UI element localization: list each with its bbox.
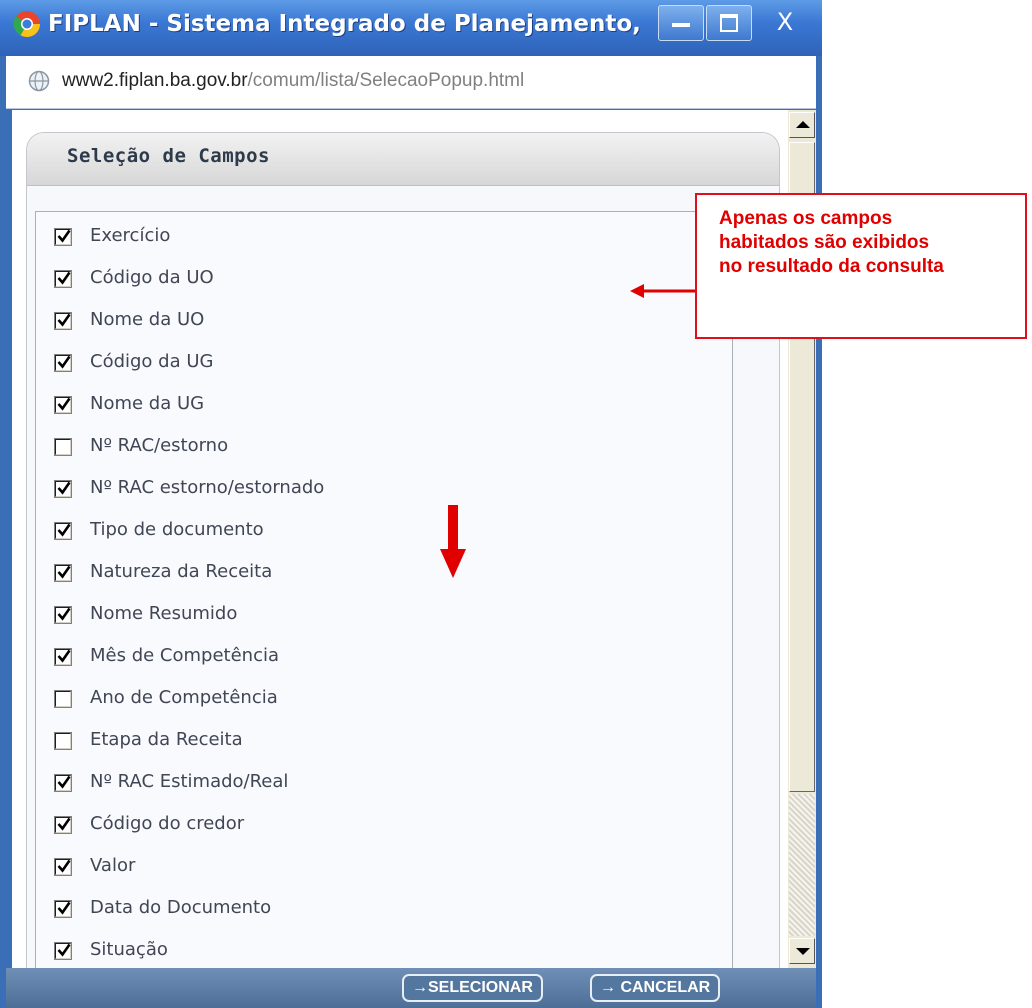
cancel-button[interactable]: → CANCELAR xyxy=(590,974,721,1002)
field-label[interactable]: Situação xyxy=(90,938,168,962)
maximize-button[interactable] xyxy=(706,5,752,41)
field-row[interactable]: Nº RAC estorno/estornado xyxy=(36,472,726,506)
field-row[interactable]: Nº RAC/estorno xyxy=(36,430,726,464)
field-row[interactable]: Código da UG xyxy=(36,346,726,380)
field-row[interactable]: Código da UO xyxy=(36,262,726,296)
field-row[interactable]: Valor xyxy=(36,850,726,884)
field-label[interactable]: Mês de Competência xyxy=(90,644,279,668)
address-bar[interactable]: www2.fiplan.ba.gov.br/comum/lista/Seleca… xyxy=(6,56,816,109)
checkmark-icon xyxy=(57,565,71,579)
field-checkbox[interactable] xyxy=(54,774,72,792)
field-checkbox[interactable] xyxy=(54,648,72,666)
field-label[interactable]: Código da UO xyxy=(90,266,214,290)
field-label[interactable]: Nº RAC Estimado/Real xyxy=(90,770,288,794)
close-button[interactable]: X xyxy=(756,5,814,41)
field-checkbox[interactable] xyxy=(54,816,72,834)
field-row[interactable]: Código do credor xyxy=(36,808,726,842)
field-label[interactable]: Tipo de documento xyxy=(90,518,264,542)
footer-bar: →SELECIONAR → CANCELAR xyxy=(6,968,816,1008)
field-row[interactable]: Nome da UG xyxy=(36,388,726,422)
field-row[interactable]: Ano de Competência xyxy=(36,682,726,716)
field-checkbox[interactable] xyxy=(54,564,72,582)
panel-title: Seleção de Campos xyxy=(67,145,270,167)
checkmark-icon xyxy=(57,397,71,411)
field-checkbox[interactable] xyxy=(54,942,72,960)
minimize-icon xyxy=(672,23,690,27)
field-label[interactable]: Exercício xyxy=(90,224,170,248)
field-label[interactable]: Nome da UO xyxy=(90,308,204,332)
field-checkbox[interactable] xyxy=(54,900,72,918)
url-host: www2.fiplan.ba.gov.br xyxy=(62,70,248,91)
field-label[interactable]: Nº RAC/estorno xyxy=(90,434,228,458)
field-label[interactable]: Nome Resumido xyxy=(90,602,237,626)
scroll-track[interactable] xyxy=(789,794,815,936)
field-row[interactable]: Nº RAC Estimado/Real xyxy=(36,766,726,800)
checkmark-icon xyxy=(57,271,71,285)
arrow-up-icon xyxy=(796,121,810,128)
field-checkbox[interactable] xyxy=(54,858,72,876)
field-checkbox[interactable] xyxy=(54,690,72,708)
checkmark-icon xyxy=(57,943,71,957)
field-selection-panel: Seleção de Campos Exercício Código da UO N… xyxy=(26,132,780,968)
field-checkbox[interactable] xyxy=(54,732,72,750)
popup-window: FIPLAN - Sistema Integrado de Planejamen… xyxy=(0,0,822,1008)
checkmark-icon xyxy=(57,229,71,243)
field-checkbox[interactable] xyxy=(54,228,72,246)
field-checkbox[interactable] xyxy=(54,438,72,456)
minimize-button[interactable] xyxy=(658,5,704,41)
field-checkbox[interactable] xyxy=(54,270,72,288)
annotation-box: Apenas os campos habitados são exibidos … xyxy=(695,193,1027,339)
select-button[interactable]: →SELECIONAR xyxy=(402,974,543,1002)
close-icon: X xyxy=(776,8,794,36)
field-label[interactable]: Natureza da Receita xyxy=(90,560,272,584)
field-label[interactable]: Nome da UG xyxy=(90,392,204,416)
field-row[interactable]: Nome da UO xyxy=(36,304,726,338)
field-row[interactable]: Tipo de documento xyxy=(36,514,726,548)
field-checkbox[interactable] xyxy=(54,480,72,498)
window-title: FIPLAN - Sistema Integrado de Planejamen… xyxy=(48,11,648,37)
field-row[interactable]: Data do Documento xyxy=(36,892,726,926)
field-checkbox[interactable] xyxy=(54,354,72,372)
field-row[interactable]: Mês de Competência xyxy=(36,640,726,674)
field-label[interactable]: Etapa da Receita xyxy=(90,728,243,752)
field-row[interactable]: Exercício xyxy=(36,220,726,254)
scroll-down-button[interactable] xyxy=(789,938,815,964)
chrome-icon xyxy=(13,11,41,38)
field-label[interactable]: Ano de Competência xyxy=(90,686,278,710)
checkmark-icon xyxy=(57,607,71,621)
title-bar[interactable]: FIPLAN - Sistema Integrado de Planejamen… xyxy=(0,0,822,56)
field-list: Exercício Código da UO Nome da UO Código da… xyxy=(35,211,733,968)
checkmark-icon xyxy=(57,775,71,789)
page-content: Seleção de Campos Exercício Código da UO N… xyxy=(12,110,788,968)
checkmark-icon xyxy=(57,355,71,369)
field-label[interactable]: Código da UG xyxy=(90,350,213,374)
field-label[interactable]: Valor xyxy=(90,854,135,878)
field-checkbox[interactable] xyxy=(54,396,72,414)
url-path: /comum/lista/SelecaoPopup.html xyxy=(247,70,525,91)
scroll-up-button[interactable] xyxy=(789,112,815,138)
field-checkbox[interactable] xyxy=(54,606,72,624)
checkmark-icon xyxy=(57,523,71,537)
panel-header: Seleção de Campos xyxy=(27,133,779,186)
field-label[interactable]: Código do credor xyxy=(90,812,244,836)
checkmark-icon xyxy=(57,481,71,495)
field-row[interactable]: Situação xyxy=(36,934,726,968)
field-row[interactable]: Etapa da Receita xyxy=(36,724,726,758)
field-checkbox[interactable] xyxy=(54,522,72,540)
field-label[interactable]: Nº RAC estorno/estornado xyxy=(90,476,324,500)
field-label[interactable]: Data do Documento xyxy=(90,896,271,920)
checkmark-icon xyxy=(57,313,71,327)
annotation-text: Apenas os campos habitados são exibidos … xyxy=(719,208,944,277)
checkmark-icon xyxy=(57,817,71,831)
checkmark-icon xyxy=(57,649,71,663)
field-row[interactable]: Natureza da Receita xyxy=(36,556,726,590)
url-text: www2.fiplan.ba.gov.br/comum/lista/Seleca… xyxy=(62,69,524,93)
globe-icon xyxy=(28,70,50,92)
checkmark-icon xyxy=(57,901,71,915)
arrow-down-icon xyxy=(796,948,810,955)
field-checkbox[interactable] xyxy=(54,312,72,330)
maximize-icon xyxy=(720,14,738,32)
field-row[interactable]: Nome Resumido xyxy=(36,598,726,632)
checkmark-icon xyxy=(57,859,71,873)
